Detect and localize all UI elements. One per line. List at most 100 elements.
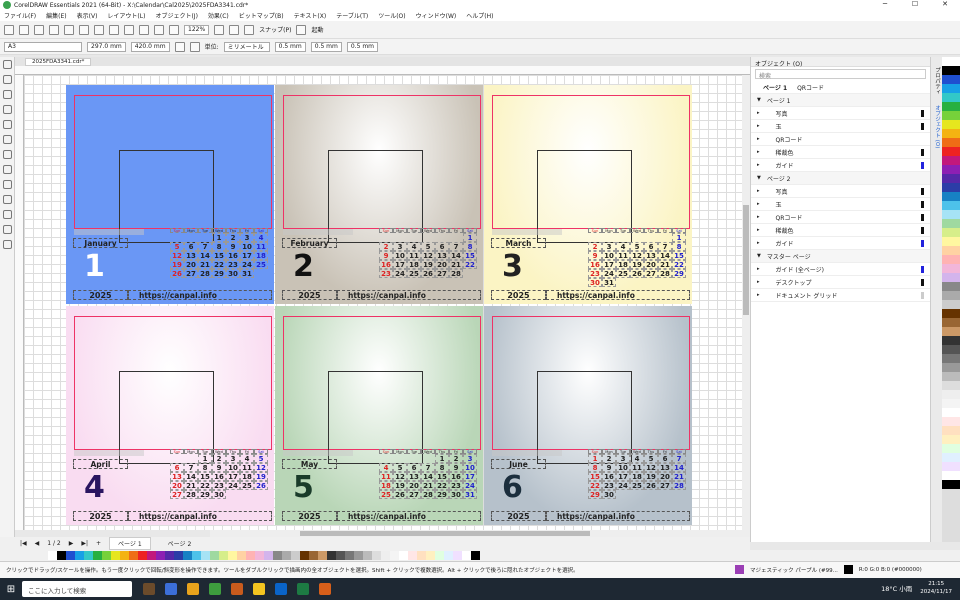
palette-swatch[interactable] [942,255,960,264]
transparency-tool-icon[interactable] [3,210,12,219]
expand-chevron-icon[interactable]: ▸ [757,136,760,142]
portrait-icon[interactable] [174,41,185,52]
export-icon[interactable] [154,24,164,35]
horizontal-scrollbar[interactable] [210,530,750,537]
palette-swatch[interactable] [942,381,960,390]
document-palette-swatch[interactable] [102,551,111,560]
pick-tool-icon[interactable] [3,60,12,69]
document-palette-swatch[interactable] [345,551,354,560]
document-palette-swatch[interactable] [237,551,246,560]
layer-row[interactable]: ▸ ガイド (全ページ) [751,263,930,276]
palette-swatch[interactable] [942,165,960,174]
horizontal-ruler[interactable] [15,66,750,75]
document-palette-swatch[interactable] [390,551,399,560]
document-palette-swatch[interactable] [57,551,66,560]
expand-chevron-icon[interactable]: ▸ [757,201,760,207]
document-palette-swatch[interactable] [255,551,264,560]
month-card[interactable]: January 1 2025 https://canpal.info Sun Mon Tue… [66,85,274,304]
objects-tab[interactable]: オブジェクト (O) [933,105,941,148]
document-palette-swatch[interactable] [129,551,138,560]
menu-view[interactable]: 表示(V) [77,11,98,20]
palette-swatch[interactable] [942,300,960,309]
fill-tool-icon[interactable] [3,240,12,249]
coreldraw-taskbar-icon[interactable] [319,583,331,595]
layer-row[interactable]: ▸ 玉 [751,120,930,133]
palette-swatch[interactable] [942,282,960,291]
palette-swatch[interactable] [942,237,960,246]
current-page-row[interactable]: ページ 1 QRコード [751,81,930,94]
document-palette-swatch[interactable] [228,551,237,560]
expand-chevron-icon[interactable]: ▸ [757,279,760,285]
document-palette-swatch[interactable] [453,551,462,560]
outline-swatch[interactable] [843,565,853,574]
document-palette-swatch[interactable] [372,551,381,560]
menu-table[interactable]: テーブル(T) [336,11,368,20]
palette-swatch[interactable] [942,75,960,84]
document-palette-swatch[interactable] [336,551,345,560]
palette-swatch[interactable] [942,201,960,210]
properties-tab[interactable]: プロパティ [933,67,941,95]
expand-chevron-icon[interactable]: ▸ [757,162,760,168]
windows-start-icon[interactable]: ⊞ [0,584,22,595]
palette-swatch[interactable] [942,111,960,120]
month-card[interactable]: March 3 2025 https://canpal.info Sun Mon Tue We… [484,85,692,304]
document-palette-swatch[interactable] [300,551,309,560]
duplicate-x-field[interactable]: 0.5 mm [310,41,342,52]
palette-swatch[interactable] [942,327,960,336]
palette-swatch[interactable] [942,435,960,444]
expand-chevron-icon[interactable]: ▼ [757,175,761,181]
palette-swatch[interactable] [942,183,960,192]
open-icon[interactable] [19,24,29,35]
document-palette-swatch[interactable] [273,551,282,560]
menu-window[interactable]: ウィンドウ(W) [416,11,457,20]
document-palette-swatch[interactable] [399,551,408,560]
layer-row[interactable]: ▸ 稀裁色 [751,224,930,237]
palette-swatch[interactable] [942,210,960,219]
paste-icon[interactable] [94,24,104,35]
ellipse-tool-icon[interactable] [3,150,12,159]
palette-swatch[interactable] [942,156,960,165]
document-palette-swatch[interactable] [93,551,102,560]
taskbar-app-icon[interactable] [143,583,155,595]
layer-row[interactable]: ▸ QRコード [751,133,930,146]
minimize-button[interactable]: ─ [870,0,900,8]
palette-swatch[interactable] [942,174,960,183]
menu-tools[interactable]: ツール(O) [378,11,405,20]
month-card[interactable]: May 5 2025 https://canpal.info Sun Mon Tue Wed T… [275,306,483,525]
expand-chevron-icon[interactable]: ▸ [757,110,760,116]
document-palette-swatch[interactable] [210,551,219,560]
excel-icon[interactable] [297,583,309,595]
palette-swatch[interactable] [942,480,960,489]
document-palette-swatch[interactable] [462,551,471,560]
copy-icon[interactable] [79,24,89,35]
document-palette-swatch[interactable] [408,551,417,560]
close-button[interactable]: ✕ [930,0,960,8]
expand-chevron-icon[interactable]: ▼ [757,97,761,103]
palette-swatch[interactable] [942,354,960,363]
palette-swatch[interactable] [942,57,960,66]
palette-swatch[interactable] [942,246,960,255]
page-node[interactable]: ▼ ページ 2 [751,172,930,185]
expand-chevron-icon[interactable]: ▸ [757,240,760,246]
palette-swatch[interactable] [942,453,960,462]
page-size-select[interactable]: A3 [4,41,82,52]
document-palette-swatch[interactable] [84,551,93,560]
month-card[interactable]: April 4 2025 https://canpal.info Sun Mon Tue We… [66,306,274,525]
layer-row[interactable]: ▸ 稀裁色 [751,146,930,159]
app-icon[interactable] [231,583,243,595]
expand-chevron-icon[interactable]: ▸ [757,227,760,233]
palette-swatch[interactable] [942,147,960,156]
palette-swatch[interactable] [942,102,960,111]
horizontal-scroll-thumb[interactable] [300,531,590,536]
palette-swatch[interactable] [942,219,960,228]
document-palette-swatch[interactable] [471,551,480,560]
expand-chevron-icon[interactable]: ▸ [757,188,760,194]
palette-swatch[interactable] [942,273,960,282]
document-palette-swatch[interactable] [426,551,435,560]
last-page-button[interactable]: ▶| [81,540,88,547]
document-palette-swatch[interactable] [381,551,390,560]
clock[interactable]: 21:15 2024/11/17 [920,580,952,596]
palette-swatch[interactable] [942,426,960,435]
layer-row[interactable]: ▸ 写真 [751,185,930,198]
expand-chevron-icon[interactable]: ▸ [757,149,760,155]
